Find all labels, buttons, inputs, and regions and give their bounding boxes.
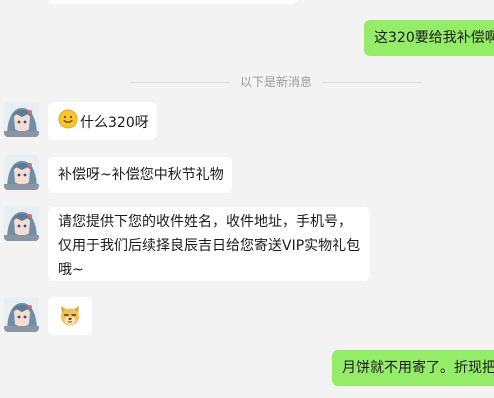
outgoing-message-bubble[interactable]: 月饼就不用寄了。折现把 xyxy=(332,350,494,386)
avatar-anime-girl-icon xyxy=(4,155,39,190)
message-text: 补偿呀~补偿您中秋节礼物 xyxy=(58,167,224,183)
doge-emoji-icon xyxy=(58,304,82,336)
message-text: 月饼就不用寄了。折现把 xyxy=(342,360,494,376)
new-messages-divider: 以下是新消息 xyxy=(130,73,422,91)
contact-avatar[interactable] xyxy=(4,155,39,190)
contact-avatar[interactable] xyxy=(4,297,39,332)
message-line: 哦~ xyxy=(58,262,84,278)
divider-line-right xyxy=(322,82,422,83)
incoming-message-bubble[interactable]: 请您提供下您的收件姓名，收件地址，手机号， 仅用于我们后续择良辰吉日给您寄送VI… xyxy=(48,207,370,281)
divider-label: 以下是新消息 xyxy=(240,75,313,89)
message-text: 什么320呀 xyxy=(80,115,149,131)
avatar-anime-girl-icon xyxy=(4,206,39,241)
contact-avatar[interactable] xyxy=(4,206,39,241)
previous-message-bubble-edge xyxy=(48,0,298,4)
avatar-anime-girl-icon xyxy=(4,297,39,332)
message-text: 这320要给我补偿啊 xyxy=(374,30,494,46)
incoming-message-bubble[interactable]: 什么320呀 xyxy=(48,102,157,140)
outgoing-message-bubble[interactable]: 这320要给我补偿啊 xyxy=(364,20,494,56)
incoming-message-bubble[interactable]: 补偿呀~补偿您中秋节礼物 xyxy=(48,157,232,193)
incoming-emoji-bubble[interactable] xyxy=(48,297,92,335)
message-line: 仅用于我们后续择良辰吉日给您寄送VIP实物礼包 xyxy=(58,238,361,254)
message-line: 请您提供下您的收件姓名，收件地址，手机号， xyxy=(58,214,352,230)
contact-avatar[interactable] xyxy=(4,102,39,137)
smile-emoji-icon xyxy=(58,109,78,137)
divider-line-left xyxy=(130,82,230,83)
avatar-anime-girl-icon xyxy=(4,102,39,137)
